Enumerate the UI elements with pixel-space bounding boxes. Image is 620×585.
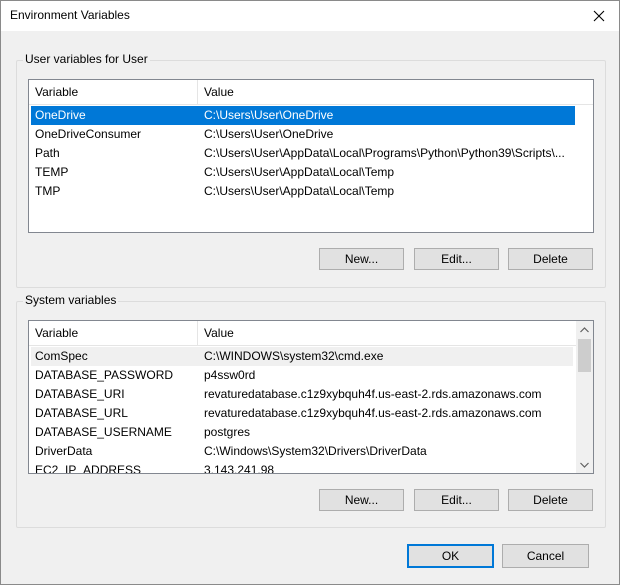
list-item[interactable]: DATABASE_PASSWORD p4ssw0rd bbox=[31, 366, 573, 385]
scrollbar-thumb[interactable] bbox=[578, 339, 591, 372]
variable-name: ComSpec bbox=[35, 349, 88, 363]
list-item[interactable]: DriverData C:\Windows\System32\Drivers\Dr… bbox=[31, 442, 573, 461]
variable-name: Path bbox=[35, 146, 60, 160]
column-header-value[interactable]: Value bbox=[198, 321, 558, 345]
variable-value: C:\Users\User\AppData\Local\Programs\Pyt… bbox=[204, 146, 565, 160]
system-list-scrollbar[interactable] bbox=[576, 321, 593, 473]
variable-name: DATABASE_PASSWORD bbox=[35, 368, 174, 382]
user-variables-list[interactable]: Variable Value OneDrive C:\Users\User\One… bbox=[28, 79, 594, 233]
user-list-header: Variable Value bbox=[29, 80, 593, 105]
close-button[interactable] bbox=[579, 1, 619, 31]
ok-button[interactable]: OK bbox=[407, 544, 494, 568]
variable-value: C:\WINDOWS\system32\cmd.exe bbox=[204, 349, 384, 363]
variable-value: revaturedatabase.c1z9xybquh4f.us-east-2.… bbox=[204, 387, 542, 401]
system-edit-button[interactable]: Edit... bbox=[414, 489, 499, 511]
variable-name: DATABASE_URI bbox=[35, 387, 125, 401]
scroll-down-button[interactable] bbox=[576, 456, 593, 473]
chevron-down-icon bbox=[580, 462, 589, 468]
variable-name: OneDriveConsumer bbox=[35, 127, 142, 141]
variable-name: DriverData bbox=[35, 444, 93, 458]
variable-value: revaturedatabase.c1z9xybquh4f.us-east-2.… bbox=[204, 406, 542, 420]
list-item[interactable]: EC2_IP_ADDRESS 3.143.241.98 bbox=[31, 461, 573, 474]
window-title: Environment Variables bbox=[10, 8, 130, 22]
system-variables-group: System variables Variable Value ComSpec … bbox=[16, 293, 606, 528]
title-bar: Environment Variables bbox=[1, 1, 619, 31]
system-variables-list[interactable]: Variable Value ComSpec C:\WINDOWS\system3… bbox=[28, 320, 594, 474]
user-new-button[interactable]: New... bbox=[319, 248, 404, 270]
list-item[interactable]: OneDrive C:\Users\User\OneDrive bbox=[31, 106, 575, 125]
list-item[interactable]: TEMP C:\Users\User\AppData\Local\Temp bbox=[31, 163, 575, 182]
close-icon bbox=[593, 10, 605, 22]
variable-name: TMP bbox=[35, 184, 61, 198]
user-edit-button[interactable]: Edit... bbox=[414, 248, 499, 270]
list-item[interactable]: OneDriveConsumer C:\Users\User\OneDrive bbox=[31, 125, 575, 144]
column-header-variable[interactable]: Variable bbox=[29, 321, 198, 345]
variable-value: C:\Users\User\AppData\Local\Temp bbox=[204, 165, 395, 179]
variable-name: EC2_IP_ADDRESS bbox=[35, 463, 142, 474]
variable-name: TEMP bbox=[35, 165, 69, 179]
list-item[interactable]: TMP C:\Users\User\AppData\Local\Temp bbox=[31, 182, 575, 201]
variable-value: p4ssw0rd bbox=[204, 368, 256, 382]
variable-value: C:\Users\User\OneDrive bbox=[204, 108, 334, 122]
cancel-button[interactable]: Cancel bbox=[502, 544, 589, 568]
variable-name: OneDrive bbox=[35, 108, 86, 122]
variable-name: DATABASE_USERNAME bbox=[35, 425, 172, 439]
system-list-header: Variable Value bbox=[29, 321, 576, 346]
scroll-up-button[interactable] bbox=[576, 321, 593, 338]
list-item[interactable]: Path C:\Users\User\AppData\Local\Programs… bbox=[31, 144, 575, 163]
user-variables-label: User variables for User bbox=[23, 52, 150, 66]
list-item[interactable]: DATABASE_URL revaturedatabase.c1z9xybquh4… bbox=[31, 404, 573, 423]
environment-variables-dialog: Environment Variables User variables for… bbox=[0, 0, 620, 585]
chevron-up-icon bbox=[580, 326, 589, 332]
user-delete-button[interactable]: Delete bbox=[508, 248, 593, 270]
variable-value: C:\Users\User\OneDrive bbox=[204, 127, 334, 141]
variable-value: C:\Users\User\AppData\Local\Temp bbox=[204, 184, 395, 198]
system-delete-button[interactable]: Delete bbox=[508, 489, 593, 511]
system-new-button[interactable]: New... bbox=[319, 489, 404, 511]
user-variables-group: User variables for User Variable Value O… bbox=[16, 52, 606, 288]
list-item[interactable]: DATABASE_URI revaturedatabase.c1z9xybquh4… bbox=[31, 385, 573, 404]
list-item[interactable]: ComSpec C:\WINDOWS\system32\cmd.exe bbox=[31, 347, 573, 366]
column-header-variable[interactable]: Variable bbox=[29, 80, 198, 104]
column-header-value[interactable]: Value bbox=[198, 80, 558, 104]
variable-value: C:\Windows\System32\Drivers\DriverData bbox=[204, 444, 427, 458]
system-variables-label: System variables bbox=[23, 293, 119, 307]
variable-value: 3.143.241.98 bbox=[204, 463, 275, 474]
list-item[interactable]: DATABASE_USERNAME postgres bbox=[31, 423, 573, 442]
variable-value: postgres bbox=[204, 425, 251, 439]
variable-name: DATABASE_URL bbox=[35, 406, 128, 420]
